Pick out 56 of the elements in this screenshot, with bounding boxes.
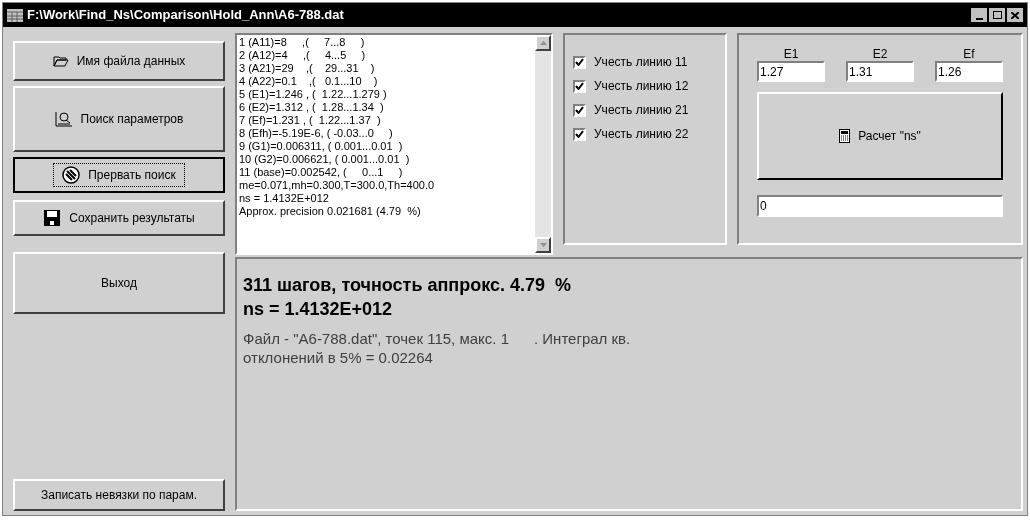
- write-residuals-button[interactable]: Записать невязки по парам.: [13, 479, 225, 511]
- checkbox-label[interactable]: Учесть линию 21: [594, 101, 689, 119]
- stop-icon: [62, 166, 81, 184]
- folder-icon: [52, 55, 69, 67]
- maximize-icon: [992, 11, 1002, 19]
- checkbox[interactable]: [573, 103, 586, 117]
- checkbox-label[interactable]: Учесть линию 22: [594, 125, 689, 143]
- log-line: 2 (A12)=4 ,( 4...5 ): [239, 49, 367, 62]
- ns-result: ns = 1.4132E+012: [243, 298, 394, 321]
- maximize-button[interactable]: [989, 8, 1005, 22]
- calculate-button[interactable]: Расчет "ns": [757, 92, 1003, 180]
- checkbox-label[interactable]: Учесть линию 12: [594, 77, 689, 95]
- log-line: me=0.071,mh=0.300,T=300.0,Th=400.0: [239, 179, 436, 192]
- log-line: 1 (A11)=8 ,( 7...8 ): [239, 36, 366, 49]
- field-label: E1: [783, 47, 799, 61]
- checkbox-label[interactable]: Учесть линию 11: [594, 53, 688, 71]
- log-line: 3 (A21)=29 ,( 29...31 ): [239, 62, 376, 75]
- energy-input[interactable]: 1.31: [846, 61, 914, 82]
- chart-magnifier-icon: [54, 111, 73, 127]
- scroll-up-icon: [539, 41, 547, 45]
- action-button[interactable]: Прервать поиск: [13, 157, 225, 193]
- result-headline: 311 шагов, точность аппрокс. 4.79 %: [243, 274, 573, 297]
- result-input[interactable]: 0: [757, 195, 1003, 217]
- energy-input[interactable]: 1.27: [757, 61, 825, 82]
- checkbox[interactable]: [573, 55, 586, 69]
- calculator-icon: [839, 129, 851, 143]
- log-textarea[interactable]: [235, 33, 553, 255]
- checkbox[interactable]: [573, 127, 586, 141]
- log-line: 10 (G2)=0.006621, ( 0.001...0.01 ): [239, 153, 411, 166]
- close-button[interactable]: [1007, 8, 1023, 22]
- log-line: 5 (E1)=1.246 , ( 1.22...1.279 ): [239, 88, 388, 101]
- window-title: F:\Work\Find_Ns\Comparison\Hold_Ann\A6-788.dat: [27, 6, 344, 25]
- action-button[interactable]: Поиск параметров: [13, 86, 225, 152]
- action-button[interactable]: Сохранить результаты: [13, 200, 225, 236]
- scrollbar[interactable]: [535, 35, 551, 253]
- file-summary: Файл - "A6-788.dat", точек 115, макс. 1 . Интеграл кв.: [243, 329, 632, 348]
- minimize-button[interactable]: [971, 8, 987, 22]
- file-summary: отклонений в 5% = 0.02264: [243, 348, 434, 367]
- log-line: ns = 1.4132E+012: [239, 192, 330, 205]
- log-line: Approx. precision 0.021681 (4.79 %): [239, 205, 422, 218]
- action-button[interactable]: Выход: [13, 252, 225, 314]
- checkbox[interactable]: [573, 79, 586, 93]
- log-line: 6 (E2)=1.312 , ( 1.28...1.34 ): [239, 101, 385, 114]
- field-label: E2: [872, 47, 888, 61]
- log-line: 7 (Ef)=1.231 , ( 1.22...1.37 ): [239, 114, 382, 127]
- action-button[interactable]: Имя файла данных: [13, 41, 225, 81]
- log-line: 8 (Efh)=-5.19E-6, ( -0.03...0 ): [239, 127, 394, 140]
- log-line: 4 (A22)=0.1 ,( 0.1...10 ): [239, 75, 379, 88]
- field-label: Ef: [963, 47, 975, 61]
- scroll-down-icon: [539, 243, 547, 247]
- minimize-icon: [975, 18, 983, 20]
- energy-input[interactable]: 1.26: [935, 61, 1003, 82]
- log-line: 11 (base)=0.002542, ( 0...1 ): [239, 166, 404, 179]
- window-icon: [7, 8, 23, 22]
- log-line: 9 (G1)=0.006311, ( 0.001...0.01 ): [239, 140, 404, 153]
- close-icon: [1011, 11, 1019, 19]
